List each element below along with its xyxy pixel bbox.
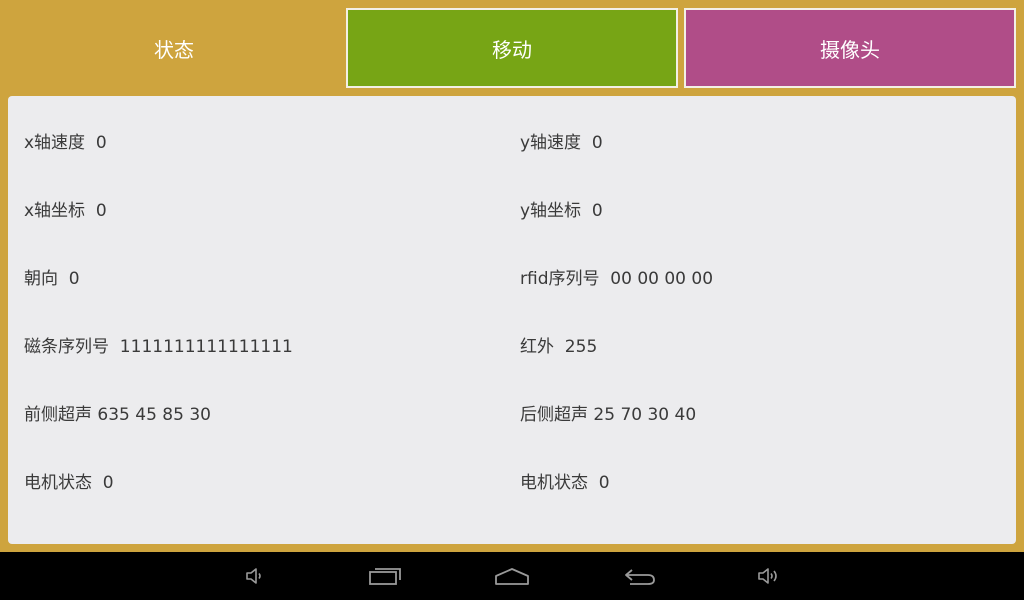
tab-move-label: 移动 <box>492 37 532 62</box>
tab-camera-label: 摄像头 <box>820 37 880 62</box>
x-speed-field: x轴速度 0 <box>24 133 107 153</box>
magnetic-strip-field: 磁条序列号 1111111111111111 <box>24 337 293 357</box>
front-ultrasonic-field: 前侧超声 635 45 85 30 <box>24 405 211 425</box>
rear-ultrasonic-field: 后侧超声 25 70 30 40 <box>520 405 697 425</box>
home-icon <box>495 568 529 585</box>
motor-status-right-field: 电机状态 0 <box>520 473 610 493</box>
tab-status-label: 状态 <box>154 37 194 62</box>
back-icon <box>625 569 655 585</box>
home-button[interactable] <box>490 552 534 600</box>
tab-status[interactable]: 状态 <box>8 8 340 88</box>
system-navigation-bar <box>0 552 1024 600</box>
heading-field: 朝向 0 <box>24 269 80 289</box>
motor-status-left-field: 电机状态 0 <box>24 473 114 493</box>
recent-apps-button[interactable] <box>362 552 408 600</box>
infrared-field: 红外 255 <box>520 337 598 357</box>
x-coord-field: x轴坐标 0 <box>24 201 107 221</box>
volume-up-button[interactable] <box>748 552 788 600</box>
status-panel: x轴速度 0 y轴速度 0 x轴坐标 0 y轴坐标 0 朝向 0 rfid序列号… <box>8 96 1016 544</box>
y-coord-field: y轴坐标 0 <box>520 201 603 221</box>
recent-apps-icon <box>369 568 401 585</box>
volume-up-icon <box>758 568 777 584</box>
tab-camera[interactable]: 摄像头 <box>684 8 1016 88</box>
volume-down-button[interactable] <box>234 552 274 600</box>
tab-move[interactable]: 移动 <box>346 8 678 88</box>
back-button[interactable] <box>620 552 660 600</box>
y-speed-field: y轴速度 0 <box>520 133 603 153</box>
volume-down-icon <box>246 568 261 584</box>
rfid-field: rfid序列号 00 00 00 00 <box>520 269 714 289</box>
